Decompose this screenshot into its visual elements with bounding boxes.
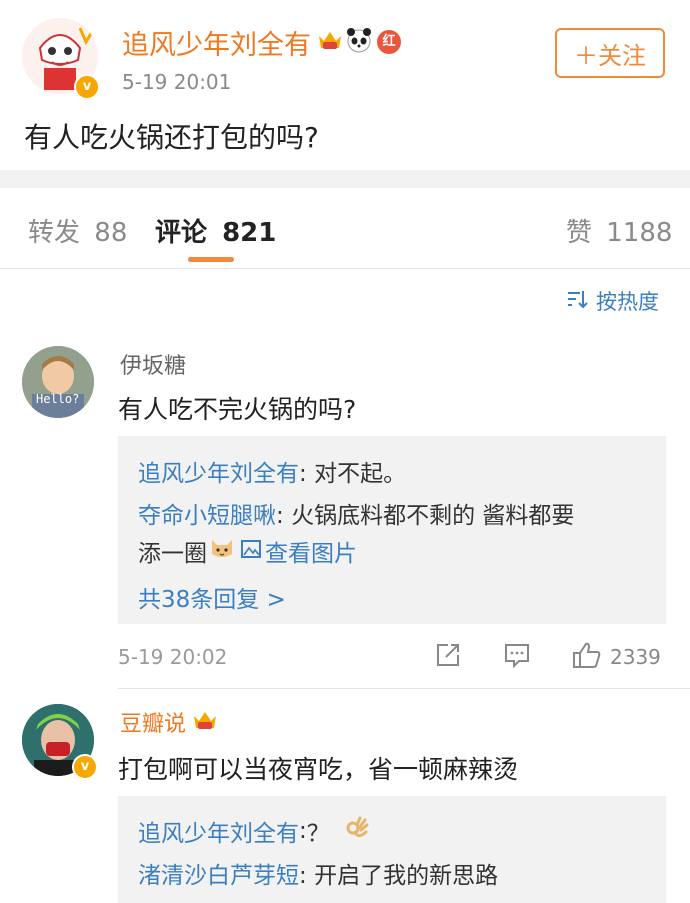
tab-repost-count: 88 xyxy=(94,218,128,248)
reply-sep: : xyxy=(299,461,315,487)
commenter-avatar[interactable]: Hello? xyxy=(22,346,94,418)
image-icon xyxy=(241,538,261,564)
reply-item: 夺命小短腿啾: 火锅底料都不剩的 酱料都要 xyxy=(138,496,574,530)
image-link[interactable]: 查看图片 xyxy=(241,534,357,568)
thumbs-up-icon xyxy=(572,641,602,673)
sort-label: 按热度 xyxy=(596,290,659,314)
crown-vip-icon xyxy=(192,708,218,736)
follow-button[interactable]: ＋关注 xyxy=(555,28,665,78)
reply-item: 追风少年刘全有: 对不起。 xyxy=(138,454,406,488)
cat-emoji-icon xyxy=(209,536,235,566)
tab-likes-count: 1188 xyxy=(606,218,673,248)
share-icon[interactable] xyxy=(434,641,462,673)
tab-repost[interactable]: 转发 88 xyxy=(28,212,127,249)
more-replies-link[interactable]: 共38条回复 > xyxy=(138,580,286,614)
active-tab-indicator xyxy=(188,257,234,262)
reply-text: ？ xyxy=(306,821,330,847)
like-button[interactable]: 2339 xyxy=(572,641,661,673)
ok-hand-emoji-icon xyxy=(344,816,370,846)
comment-author[interactable]: 豆瓣说 xyxy=(120,706,186,738)
tab-likes[interactable]: 赞 1188 xyxy=(566,212,672,249)
crown-vip-icon xyxy=(317,28,343,56)
comment-text: 有人吃不完火锅的吗? xyxy=(118,395,357,424)
comment-divider xyxy=(118,688,690,689)
sort-icon xyxy=(566,289,588,313)
reply-author[interactable]: 追风少年刘全有 xyxy=(138,814,299,848)
verified-badge-icon: v xyxy=(72,754,98,780)
comment-author-row: 豆瓣说 xyxy=(120,706,218,738)
tab-repost-label: 转发 xyxy=(28,218,81,248)
tab-comments[interactable]: 评论 821 xyxy=(155,212,276,249)
author-name[interactable]: 追风少年刘全有 xyxy=(122,23,311,62)
comment-text: 打包啊可以当夜宵吃，省一顿麻辣烫 xyxy=(118,755,519,784)
reply-author[interactable]: 追风少年刘全有 xyxy=(138,461,299,487)
reply-sep: : xyxy=(299,818,307,844)
panda-icon xyxy=(345,27,373,57)
tab-comments-count: 821 xyxy=(222,218,277,248)
avatar-caption: Hello? xyxy=(36,392,80,406)
section-divider xyxy=(0,170,690,188)
reply-item: 渚清沙白芦芽短: 开启了我的新思路 xyxy=(138,856,498,890)
post-text: 有人吃火锅还打包的吗? xyxy=(24,121,319,154)
reply-text: 火锅底料都不剩的 酱料都要 xyxy=(291,503,575,529)
post-time: 5-19 20:01 xyxy=(122,70,232,94)
tab-comments-label: 评论 xyxy=(155,218,208,248)
reply-box: 追风少年刘全有:？ 渚清沙白芦芽短: 开启了我的新思路 xyxy=(118,796,666,903)
like-count: 2339 xyxy=(610,645,661,669)
reply-text: 对不起。 xyxy=(314,461,407,487)
reply-author[interactable]: 渚清沙白芦芽短 xyxy=(138,863,299,889)
tab-likes-label: 赞 xyxy=(566,218,593,248)
reply-item-continued: 添一圈 查看图片 xyxy=(138,534,357,568)
red-badge-icon: 红 xyxy=(377,30,401,54)
reply-item: 追风少年刘全有:？ xyxy=(138,814,370,848)
follow-label: ＋关注 xyxy=(574,41,646,70)
reply-sep: : xyxy=(276,503,292,529)
reply-author[interactable]: 夺命小短腿啾 xyxy=(138,503,276,529)
image-link-label: 查看图片 xyxy=(265,541,357,567)
reply-box: 追风少年刘全有: 对不起。 夺命小短腿啾: 火锅底料都不剩的 酱料都要 添一圈 … xyxy=(118,436,666,624)
reply-text: 开启了我的新思路 xyxy=(314,863,499,889)
tabs-bottom-border xyxy=(0,268,690,269)
reply-sep: : xyxy=(299,863,315,889)
verified-badge-icon: v xyxy=(74,74,100,100)
comment-time: 5-19 20:02 xyxy=(118,645,228,669)
comment-icon[interactable] xyxy=(503,641,531,673)
reply-text-continued: 添一圈 xyxy=(138,541,207,567)
author-name-row: 追风少年刘全有 红 xyxy=(122,23,401,62)
comment-author[interactable]: 伊坂糖 xyxy=(120,348,186,380)
sort-button[interactable]: 按热度 xyxy=(566,286,659,316)
